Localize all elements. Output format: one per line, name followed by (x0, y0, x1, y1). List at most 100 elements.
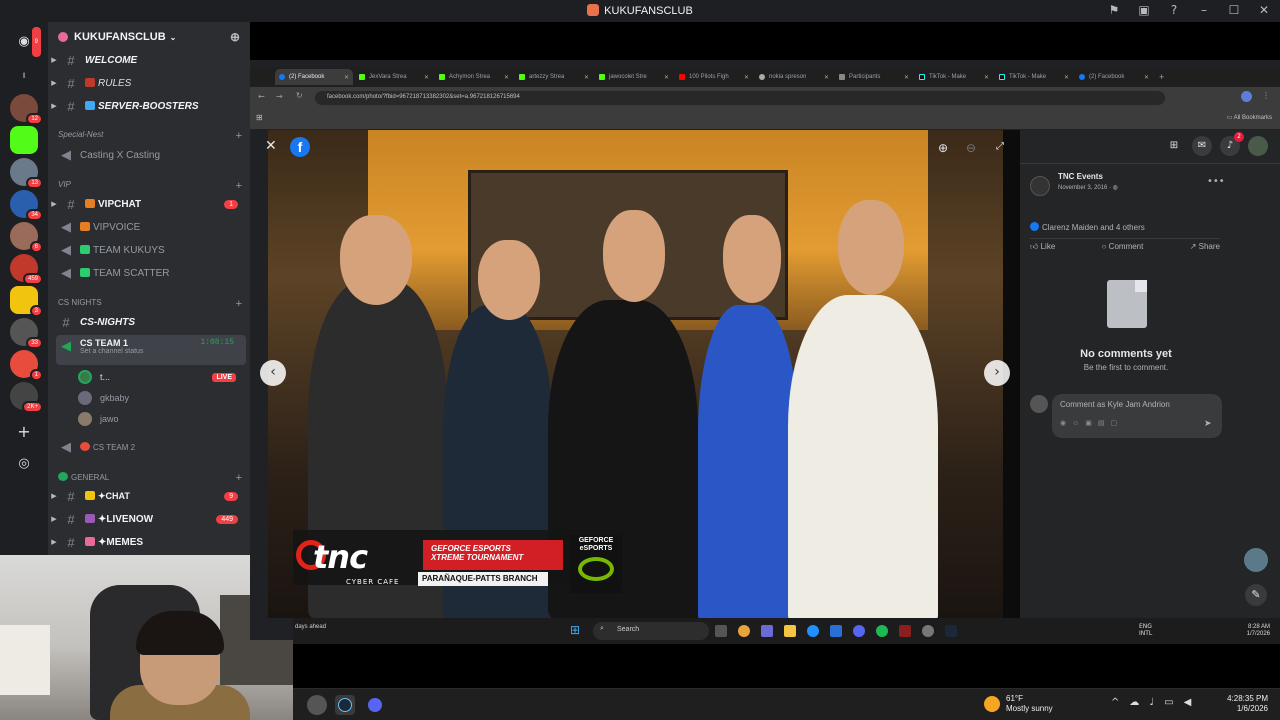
channel-vipvoice[interactable]: ◀ VIPVOICE (48, 217, 250, 237)
screen-icon[interactable]: ▣ (1136, 3, 1152, 17)
channel-cs-team-2[interactable]: ◀ CS TEAM 2 (48, 437, 250, 457)
browser-tab[interactable]: Achymon Strea ✕ (435, 69, 513, 85)
chrome-icon[interactable] (738, 625, 750, 637)
close-window-button[interactable]: ✕ (1256, 3, 1272, 17)
steam-icon[interactable] (945, 625, 957, 637)
help-icon[interactable]: ? (1166, 3, 1182, 17)
apps-icon[interactable]: ⊞ (256, 113, 263, 122)
explore-icon[interactable]: ◎ (10, 450, 38, 478)
settings-icon[interactable] (922, 625, 934, 637)
browser-tab[interactable]: JexVara Strea ✕ (355, 69, 433, 85)
file-explorer-icon[interactable] (784, 625, 796, 637)
all-bookmarks-link[interactable]: ▭ All Bookmarks (1227, 114, 1272, 121)
more-options-icon[interactable]: ••• (1207, 176, 1225, 187)
new-tab-button[interactable]: + (1155, 69, 1175, 85)
discord-icon[interactable] (365, 695, 385, 715)
page-avatar[interactable] (1030, 176, 1050, 196)
comment-input[interactable]: Comment as Kyle Jam Andrion ◉☺▣▤▢ (1052, 394, 1222, 438)
chat-head-avatar[interactable] (1244, 548, 1268, 572)
channel-team-scatter[interactable]: ◀ TEAM SCATTER (48, 263, 250, 283)
profile-avatar[interactable] (1241, 91, 1252, 102)
send-icon[interactable]: ➤ (1204, 419, 1212, 429)
browser-tab[interactable]: 100 Pilots Figh ✕ (675, 69, 753, 85)
channel-casting-x-casting[interactable]: ◀ Casting X Casting (48, 145, 250, 165)
weather-widget[interactable]: 61°F Mostly sunny (984, 694, 1053, 714)
voice-user[interactable]: t... LIVE (78, 367, 248, 387)
discord-icon[interactable] (853, 625, 865, 637)
app-icon[interactable] (899, 625, 911, 637)
close-tab-icon[interactable]: ✕ (1064, 74, 1069, 81)
onedrive-icon[interactable]: ☁ (1129, 697, 1139, 708)
obs-icon[interactable] (307, 695, 327, 715)
category-general[interactable]: GENERAL + (58, 472, 242, 484)
volume-icon[interactable]: ◀ (1184, 697, 1192, 708)
channel-status[interactable]: Set a channel status (80, 348, 143, 355)
add-channel-icon[interactable]: + (236, 180, 242, 192)
windows-start-icon[interactable]: ⊞ (570, 623, 580, 637)
server-icon[interactable]: 6 (10, 222, 43, 253)
close-tab-icon[interactable]: ✕ (504, 74, 509, 81)
server-icon[interactable]: 33 (10, 318, 43, 349)
server-icon[interactable]: 2K+ (10, 382, 43, 413)
menu-grid-icon[interactable]: ⊞ (1164, 136, 1184, 156)
menu-icon[interactable]: ⋮ (1262, 91, 1270, 100)
server-icon[interactable]: 12 (10, 94, 43, 125)
address-bar[interactable]: facebook.com/photo/?fbid=967218713382302… (315, 91, 1165, 105)
discord-home-icon[interactable]: ◉ 9 (10, 25, 43, 59)
spotify-icon[interactable] (876, 625, 888, 637)
fullscreen-icon[interactable]: ⤢ (996, 141, 1004, 152)
store-icon[interactable] (830, 625, 842, 637)
taskbar-search[interactable]: ⌕ Search (593, 622, 709, 640)
voice-user[interactable]: jawo (78, 409, 119, 429)
system-clock[interactable]: 4:28:35 PM 1/6/2026 (1227, 694, 1268, 714)
facebook-logo-icon[interactable]: f (290, 137, 310, 157)
close-viewer-icon[interactable]: ✕ (265, 138, 277, 154)
category-vip[interactable]: VIP + (58, 180, 242, 192)
channel-vipchat[interactable]: ▶ # VIPCHAT 1 (48, 194, 250, 214)
channel-server-boosters[interactable]: ▶ # SERVER-BOOSTERS (48, 96, 250, 116)
channel-memes[interactable]: ▶ # ✦MEMES (48, 532, 250, 552)
voice-user[interactable]: gkbaby (78, 388, 129, 408)
category-special-nest[interactable]: Special-Nest + (58, 130, 242, 142)
server-icon[interactable]: 3 (10, 286, 43, 317)
zoom-out-icon[interactable]: ⊖ (966, 141, 976, 155)
steam-icon[interactable] (335, 695, 355, 715)
kick-server-icon[interactable] (10, 126, 38, 154)
page-name[interactable]: TNC Events (1058, 172, 1103, 181)
server-icon[interactable]: 13 (10, 158, 43, 189)
next-photo-button[interactable]: › (984, 360, 1010, 386)
add-server-icon[interactable]: + (10, 418, 38, 446)
server-icon[interactable]: 1 (10, 350, 43, 381)
server-icon[interactable]: 459 (10, 254, 43, 285)
browser-tab[interactable]: artezzy Strea ✕ (515, 69, 593, 85)
channel-rules[interactable]: ▶ # RULES (48, 73, 250, 93)
messenger-icon[interactable]: ✉ (1192, 136, 1212, 156)
channel-cs-nights[interactable]: # CS-NIGHTS (48, 312, 250, 332)
close-tab-icon[interactable]: ✕ (664, 74, 669, 81)
new-message-button[interactable]: ✎ (1245, 584, 1267, 606)
reactions-summary[interactable]: Clarenz Maiden and 4 others (1030, 222, 1145, 232)
close-tab-icon[interactable]: ✕ (344, 74, 349, 81)
microphone-icon[interactable]: ♩ (1149, 697, 1154, 708)
maximize-button[interactable]: ☐ (1226, 3, 1242, 17)
close-tab-icon[interactable]: ✕ (584, 74, 589, 81)
network-icon[interactable]: ▭ (1164, 697, 1173, 708)
notifications-icon[interactable]: ♪ 2 (1220, 132, 1244, 156)
back-icon[interactable]: ← (258, 92, 265, 101)
inbox-flag-icon[interactable]: ⚑ (1106, 3, 1122, 17)
forward-icon[interactable]: → (276, 92, 283, 101)
zoom-in-icon[interactable]: ⊕ (938, 141, 948, 155)
browser-tab[interactable]: nokia spreson ✕ (755, 69, 833, 85)
share-button[interactable]: ↗ Share (1190, 242, 1220, 254)
channel-cs-team-1[interactable]: ◀ CS TEAM 1 Set a channel status 1:08:15 (56, 335, 246, 365)
profile-avatar[interactable] (1248, 136, 1268, 156)
browser-tab[interactable]: Participants ✕ (835, 69, 913, 85)
browser-tab[interactable]: TikTok - Make ✕ (915, 69, 993, 85)
browser-tab[interactable]: jawocolet Stre ✕ (595, 69, 673, 85)
add-channel-icon[interactable]: + (236, 130, 242, 142)
shared-screen-clock[interactable]: 8:28 AM 1/7/2026 (1247, 624, 1270, 638)
close-tab-icon[interactable]: ✕ (984, 74, 989, 81)
channel-welcome[interactable]: ▶ # WELCOME (48, 50, 250, 70)
reload-icon[interactable]: ↻ (296, 91, 303, 100)
server-header[interactable]: KUKUFANSCLUB ⌄ ⊕ (48, 22, 250, 52)
